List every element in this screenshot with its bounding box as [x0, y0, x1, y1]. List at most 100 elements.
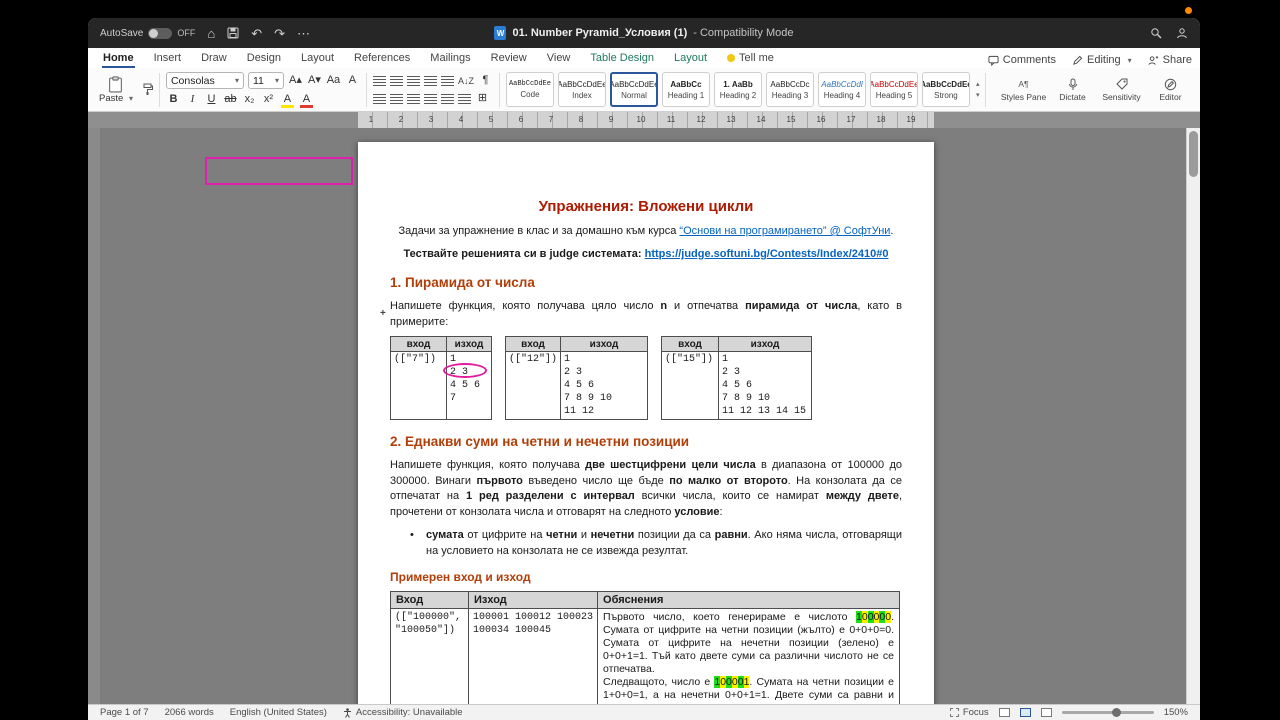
style-card-heading-4[interactable]: AaBbCcDdl Heading 4 — [817, 72, 866, 107]
style-name: Heading 3 — [771, 90, 809, 100]
comments-button[interactable]: Comments — [988, 54, 1056, 66]
align-center-icon[interactable] — [389, 93, 403, 104]
autosave-toggle[interactable]: AutoSave OFF — [100, 27, 195, 39]
io-output-cell: 1 2 3 4 5 6 7 8 9 10 11 12 13 14 15 — [718, 351, 813, 420]
io-header-output: изход — [446, 335, 492, 353]
increase-indent-icon[interactable] — [440, 75, 454, 86]
style-sample: AaBbCcDc — [770, 79, 810, 89]
ruler-mark: 9 — [608, 115, 614, 124]
strikethrough-button[interactable]: ab — [223, 92, 238, 107]
read-mode-view-icon[interactable] — [998, 708, 1010, 717]
styles-pane-button[interactable]: A¶ Styles Pane — [1000, 77, 1047, 102]
grow-font-button[interactable]: A▴ — [288, 73, 303, 88]
style-card-strong[interactable]: AaBbCcDdEe Strong — [921, 72, 970, 107]
style-card-index[interactable]: AaBbCcDdEe Index — [557, 72, 606, 107]
example-header-input: Вход — [390, 591, 469, 609]
format-painter-icon[interactable] — [142, 83, 153, 96]
hyperlink[interactable]: “Основи на програмирането” @ СофтУни — [679, 225, 890, 237]
ribbon-tab-mailings[interactable]: Mailings — [429, 50, 471, 68]
share-button[interactable]: Share — [1148, 54, 1192, 66]
ribbon-tab-tell-me[interactable]: Tell me — [726, 50, 775, 68]
italic-button[interactable]: I — [185, 92, 200, 107]
borders-icon[interactable]: ⊞ — [475, 91, 490, 106]
hyperlink[interactable]: https://judge.softuni.bg/Contests/Index/… — [645, 248, 889, 260]
style-card-heading-1[interactable]: AaBbCc Heading 1 — [661, 72, 710, 107]
editor-button[interactable]: Editor — [1147, 77, 1194, 102]
multilevel-list-icon[interactable] — [406, 75, 420, 86]
horizontal-ruler[interactable]: 1 2 3 4 5 6 7 8 9 10 11 12 13 14 15 16 17 18 19 — [88, 112, 1200, 128]
align-left-icon[interactable] — [372, 93, 386, 104]
annotation-rectangle[interactable] — [205, 157, 353, 185]
vertical-scrollbar[interactable] — [1186, 128, 1200, 704]
print-layout-view-icon[interactable] — [1019, 708, 1031, 717]
document-page[interactable]: Упражнения: Вложени цикли Задачи за упра… — [358, 142, 934, 704]
shrink-font-button[interactable]: A▾ — [307, 73, 322, 88]
ribbon-tab-insert[interactable]: Insert — [153, 50, 183, 68]
search-icon[interactable] — [1150, 27, 1162, 39]
ribbon-tab-review[interactable]: Review — [490, 50, 528, 68]
decrease-indent-icon[interactable] — [423, 75, 437, 86]
align-right-icon[interactable] — [406, 93, 420, 104]
font-color-button[interactable]: A — [299, 93, 314, 108]
show-paragraph-marks-icon[interactable]: ¶ — [478, 73, 493, 88]
io-header-output: изход — [718, 336, 813, 352]
editing-mode-button[interactable]: Editing ▾ — [1072, 54, 1132, 66]
zoom-slider[interactable] — [1061, 708, 1154, 717]
style-card-heading-5[interactable]: AaBbCcDdEe Heading 5 — [869, 72, 918, 107]
annotation-ellipse — [443, 363, 487, 379]
sort-icon[interactable]: A↓Z — [458, 76, 474, 86]
change-case-button[interactable]: Aa — [326, 73, 341, 88]
bold-button[interactable]: B — [166, 92, 181, 107]
numbered-list-icon[interactable] — [389, 75, 403, 86]
web-layout-view-icon[interactable] — [1040, 708, 1052, 717]
chevron-up-icon[interactable]: ▴ — [976, 80, 980, 88]
ribbon-tab-home[interactable]: Home — [102, 50, 135, 68]
language-indicator[interactable]: English (United States) — [230, 707, 327, 718]
bullet-list-icon[interactable] — [372, 75, 386, 86]
zoom-level[interactable]: 150% — [1164, 707, 1188, 718]
autosave-switch[interactable] — [148, 27, 173, 39]
paste-button[interactable]: Paste ▾ — [94, 75, 138, 105]
save-icon[interactable] — [227, 27, 239, 39]
dictate-button[interactable]: Dictate — [1049, 77, 1096, 102]
font-name-select[interactable]: Consolas ▾ — [165, 72, 244, 89]
sensitivity-button[interactable]: Sensitivity — [1098, 77, 1145, 102]
word-count[interactable]: 2066 words — [165, 707, 214, 718]
table-move-handle[interactable]: + — [380, 308, 386, 319]
redo-icon[interactable]: ↷ — [274, 27, 285, 40]
chevron-down-icon[interactable]: ▾ — [976, 91, 980, 99]
superscript-button[interactable]: x² — [261, 92, 276, 107]
style-card-heading-2[interactable]: 1. AaBb Heading 2 — [713, 72, 762, 107]
shading-icon[interactable] — [457, 93, 471, 104]
undo-icon[interactable]: ↶ — [251, 27, 262, 40]
line-spacing-icon[interactable] — [440, 93, 454, 104]
autosave-label: AutoSave — [100, 27, 144, 39]
ribbon-tab-view[interactable]: View — [546, 50, 572, 68]
home-icon[interactable]: ⌂ — [207, 27, 215, 40]
share-icon[interactable] — [1176, 27, 1188, 39]
font-size-select[interactable]: 11 ▾ — [247, 72, 284, 89]
ribbon-tab-references[interactable]: References — [353, 50, 411, 68]
ribbon-tab-design[interactable]: Design — [246, 50, 282, 68]
style-card-code[interactable]: AaBbCcDdEe Code — [505, 72, 554, 107]
focus-mode-button[interactable]: Focus — [949, 707, 989, 718]
subscript-button[interactable]: x₂ — [242, 92, 257, 107]
styles-gallery-scroll[interactable]: ▴ ▾ — [976, 80, 980, 99]
text-highlight-button[interactable]: A — [280, 93, 295, 108]
page-indicator[interactable]: Page 1 of 7 — [100, 707, 149, 718]
ribbon-tab-layout-contextual[interactable]: Layout — [673, 50, 708, 68]
style-card-heading-3[interactable]: AaBbCcDc Heading 3 — [765, 72, 814, 107]
underline-button[interactable]: U — [204, 92, 219, 107]
ribbon-tab-draw[interactable]: Draw — [200, 50, 228, 68]
highlighted-digit: 0 — [861, 611, 868, 623]
focus-label: Focus — [962, 707, 989, 718]
zoom-slider-knob[interactable] — [1112, 708, 1122, 717]
ribbon-tab-table-design-contextual[interactable]: Table Design — [589, 50, 655, 68]
clear-formatting-button[interactable]: A — [345, 73, 360, 88]
ribbon-tab-layout[interactable]: Layout — [300, 50, 335, 68]
more-commands-icon[interactable]: ⋯ — [297, 27, 310, 40]
justify-icon[interactable] — [423, 93, 437, 104]
scrollbar-thumb[interactable] — [1189, 131, 1198, 177]
style-card-normal[interactable]: AaBbCcDdEe Normal — [609, 72, 658, 107]
accessibility-status[interactable]: Accessibility: Unavailable — [343, 707, 463, 718]
